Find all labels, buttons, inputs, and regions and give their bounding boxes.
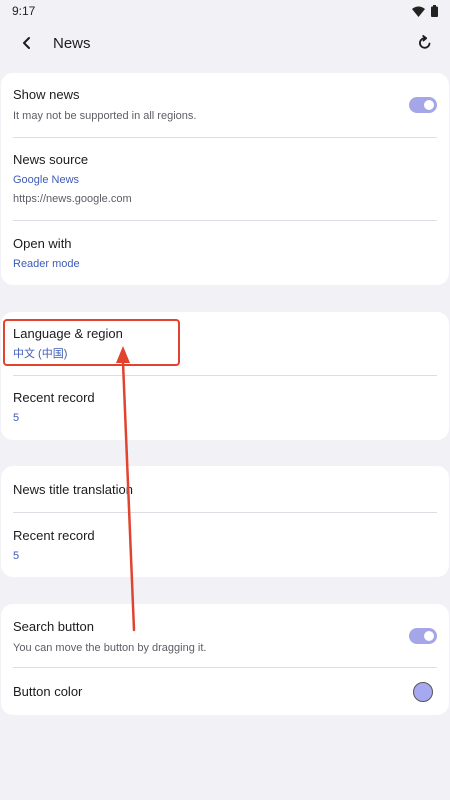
setting-news-source[interactable]: News source Google News https://news.goo… [13,152,437,208]
toggle-knob [424,631,434,641]
setting-subtitle: It may not be supported in all regions. [13,110,197,122]
back-button[interactable] [12,28,42,58]
setting-value: Reader mode [13,258,80,270]
divider [13,667,437,668]
reset-icon [419,35,431,49]
setting-search-button[interactable]: Search button You can move the button by… [13,619,437,659]
battery-icon [431,5,438,17]
setting-title: Search button [13,619,94,634]
settings-group-translation: News title translation Recent record 5 [1,466,449,577]
button-color-swatch[interactable] [413,682,433,702]
back-arrow-icon [23,37,30,49]
reset-button[interactable] [410,28,440,58]
divider [13,137,437,138]
divider [13,220,437,221]
setting-value: 5 [13,550,20,562]
page-title: News [53,35,91,52]
app-bar: News [0,22,450,66]
settings-group-news: Show news It may not be supported in all… [1,73,449,285]
setting-button-color[interactable]: Button color [13,684,437,704]
setting-value: 5 [13,412,20,424]
toggle-knob [424,100,434,110]
setting-recent-record[interactable]: Recent record 5 [13,528,437,568]
setting-title: Language & region [13,326,123,341]
setting-title: Button color [13,684,83,699]
setting-subtitle: You can move the button by dragging it. [13,642,207,654]
setting-value: Google News [13,174,80,186]
setting-title: Recent record [13,390,95,405]
wifi-icon [412,6,425,17]
setting-value: 中文 (中国) [13,348,68,360]
divider [13,375,437,376]
show-news-toggle[interactable] [409,97,437,113]
settings-group-search-button: Search button You can move the button by… [1,604,449,715]
setting-title: Show news [13,87,80,102]
setting-title: News title translation [13,482,133,497]
setting-recent-record[interactable]: Recent record 5 [13,390,437,430]
search-button-toggle[interactable] [409,628,437,644]
settings-group-language: Language & region 中文 (中国) Recent record … [1,312,449,440]
setting-show-news[interactable]: Show news It may not be supported in all… [13,87,437,127]
status-time: 9:17 [12,4,36,18]
divider [13,512,437,513]
setting-title: Open with [13,236,72,251]
setting-title: Recent record [13,528,95,543]
setting-title: News source [13,152,89,167]
setting-news-title-translation[interactable]: News title translation [13,482,437,502]
status-icons [412,5,438,17]
setting-language-region[interactable]: Language & region 中文 (中国) [13,326,437,366]
setting-subtitle: https://news.google.com [13,193,132,205]
status-bar: 9:17 [0,0,450,22]
setting-open-with[interactable]: Open with Reader mode [13,236,437,276]
